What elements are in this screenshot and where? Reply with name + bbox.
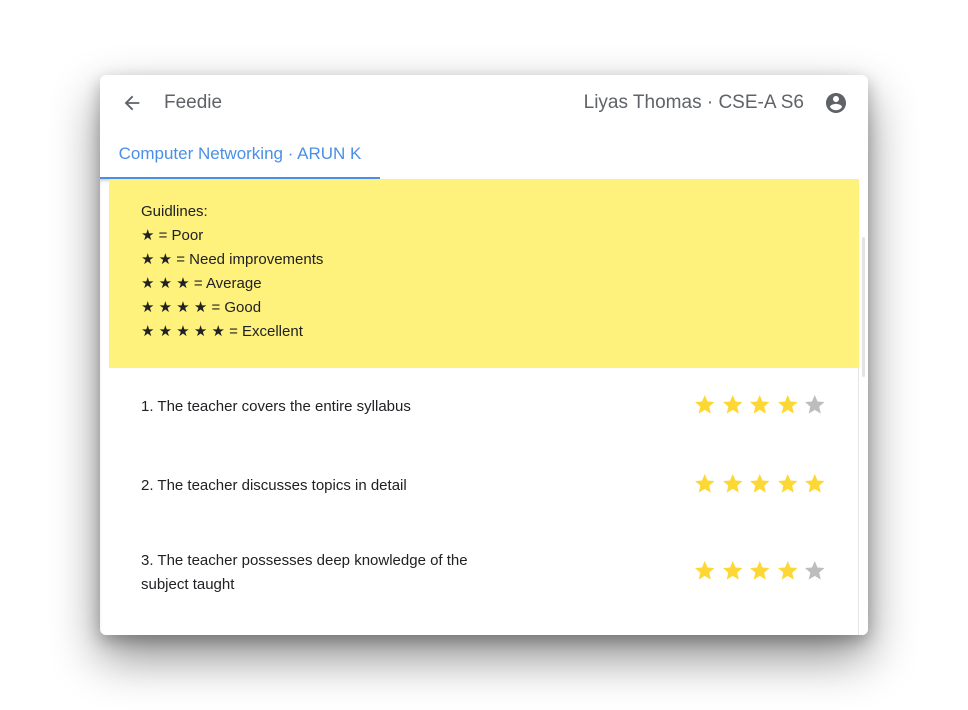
star-icon[interactable] (776, 393, 800, 417)
guidelines-title: Guidlines: (141, 203, 208, 220)
star-icon[interactable] (776, 559, 800, 583)
tab-computer-networking[interactable]: Computer Networking · ARUN K (100, 131, 380, 179)
star-icon[interactable] (693, 393, 717, 417)
star-icon[interactable] (748, 472, 772, 496)
app-title: Feedie (164, 92, 223, 113)
tab-bar: Computer Networking · ARUN K (100, 131, 868, 179)
guideline-good: ★ ★ ★ ★ = Good (141, 299, 262, 316)
guideline-excellent: ★ ★ ★ ★ ★ = Excellent (141, 323, 303, 340)
question-2-text: 2. The teacher discusses topics in detai… (141, 477, 407, 494)
content-area: Guidlines: ★ = Poor ★ ★ = Need improveme… (100, 179, 868, 635)
star-icon[interactable] (776, 472, 800, 496)
scrollbar-thumb[interactable] (862, 237, 865, 377)
arrow-left-icon (124, 95, 140, 111)
star-icon[interactable] (803, 472, 827, 496)
feedback-card: Guidlines: ★ = Poor ★ ★ = Need improveme… (109, 179, 859, 635)
account-circle-icon[interactable] (824, 91, 848, 115)
app-window: Feedie Liyas Thomas · CSE-A S6 Computer … (100, 75, 868, 635)
star-icon[interactable] (748, 559, 772, 583)
scrollbar[interactable] (859, 179, 868, 635)
guidelines-box: Guidlines: ★ = Poor ★ ★ = Need improveme… (109, 179, 859, 368)
app-bar: Feedie Liyas Thomas · CSE-A S6 (100, 75, 868, 131)
star-icon[interactable] (721, 559, 745, 583)
star-icon[interactable] (748, 393, 772, 417)
guideline-average: ★ ★ ★ = Average (141, 275, 262, 292)
star-icon[interactable] (693, 559, 717, 583)
user-label: Liyas Thomas · CSE-A S6 (583, 92, 804, 113)
star-icon[interactable] (803, 559, 827, 583)
star-icon[interactable] (803, 393, 827, 417)
question-1-text: 1. The teacher covers the entire syllabu… (141, 398, 411, 415)
star-icon[interactable] (721, 472, 745, 496)
guideline-need-improvements: ★ ★ = Need improvements (141, 251, 324, 268)
question-3-text: 3. The teacher possesses deep knowledge … (141, 552, 468, 593)
rating-stars-2[interactable] (693, 472, 827, 496)
star-icon[interactable] (721, 393, 745, 417)
guideline-poor: ★ = Poor (141, 227, 204, 244)
rating-stars-3[interactable] (693, 559, 827, 583)
star-icon[interactable] (693, 472, 717, 496)
rating-stars-1[interactable] (693, 393, 827, 417)
back-button[interactable] (118, 89, 146, 117)
